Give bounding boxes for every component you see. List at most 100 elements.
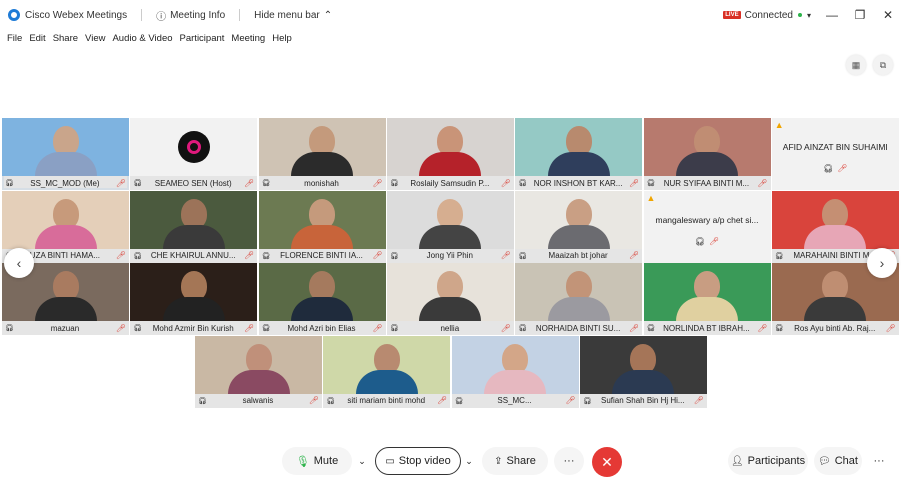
grid-layout-icon[interactable]: ▦ — [846, 55, 866, 75]
previous-page-button[interactable]: ‹ — [4, 248, 34, 278]
menu-view[interactable]: View — [85, 33, 105, 44]
participant-name: Maaizah bt johar — [548, 251, 608, 260]
menu-audio-video[interactable]: Audio & Video — [112, 33, 172, 44]
info-icon: ⓘ — [156, 11, 167, 23]
participant-tile[interactable]: 🎧︎ NUR SYIFAA BINTI M... 🎤︎ — [643, 118, 771, 190]
menu-participant[interactable]: Participant — [180, 33, 225, 44]
audio-icon: 🎧︎ — [518, 180, 528, 187]
participant-tile[interactable]: 🎧︎ Roslaily Samsudin P... 🎤︎ — [386, 118, 514, 190]
participant-label: 🎧︎ mazuan 🎤︎ — [2, 321, 129, 335]
menu-file[interactable]: File — [7, 33, 22, 44]
hide-menu-bar-button[interactable]: Hide menu bar ⌃ — [254, 10, 332, 21]
participant-figure — [547, 271, 610, 321]
mute-label: Mute — [313, 455, 339, 467]
participant-name: CHE KHAIRUL ANNU... — [150, 251, 236, 260]
more-options-button[interactable]: ··· — [554, 447, 584, 475]
audio-icon: 🎧︎ — [582, 397, 592, 405]
participant-tile[interactable]: 🎧︎ NORHAIDA BINTI SU... 🎤︎ — [515, 263, 643, 335]
video-camera-icon: ▭ — [385, 455, 395, 467]
participant-figure — [547, 126, 610, 176]
menu-meeting[interactable]: Meeting — [231, 33, 265, 44]
mic-muted-icon: 🎤︎ — [757, 323, 768, 333]
close-icon: ✕ — [601, 453, 613, 470]
panel-more-button[interactable]: ··· — [866, 447, 892, 475]
participant-figure — [612, 343, 675, 394]
mute-button[interactable]: 🎙︎ Mute — [282, 447, 352, 475]
participant-label: 🎧︎ Mohd Azri bin Elias 🎤︎ — [258, 321, 386, 335]
mic-muted-icon: 🎤︎ — [565, 396, 576, 405]
participant-name: AFID AINZAT BIN SUHAIMI — [782, 142, 888, 152]
chat-label: Chat — [834, 455, 858, 467]
popout-view-icon[interactable]: ⧉ — [873, 55, 893, 75]
participants-button[interactable]: 👤︎ Participants — [728, 447, 808, 475]
minimize-button[interactable]: — — [825, 8, 839, 22]
participant-tile[interactable]: 🎧︎ FLORENCE BINTI IA... 🎤︎ — [258, 190, 386, 263]
participant-tile[interactable]: 🎧︎ SEAMEO SEN (Host) 🎤︎ — [130, 118, 258, 190]
mic-muted-icon: 🎤︎ — [437, 396, 448, 405]
participant-tile[interactable]: 🎧︎ Maaizah bt johar 🎤︎ — [515, 190, 643, 263]
participant-tile[interactable]: ▲ mangaleswary a/p chet si... 🎧︎ 🎤︎ — [643, 190, 771, 263]
stop-video-button[interactable]: ▭ Stop video — [375, 447, 461, 475]
meeting-info-button[interactable]: ⓘ Meeting Info — [156, 8, 225, 23]
participant-name: nellia — [440, 323, 460, 333]
participant-tile[interactable]: 🎧︎ SS_MC_MOD (Me) 🎤︎ — [2, 118, 129, 190]
audio-icon: 🎧︎ — [261, 325, 271, 332]
menu-help[interactable]: Help — [272, 33, 292, 44]
mic-muted-icon: 🎤︎ — [500, 323, 511, 333]
audio-icon: 🎧︎ — [823, 164, 834, 173]
participant-figure — [291, 198, 354, 249]
participant-tile[interactable]: 🎧︎ SS_MC... 🎤︎ — [451, 335, 579, 408]
participant-figure — [676, 126, 738, 176]
participant-name: SS_MC_MOD (Me) — [30, 178, 100, 188]
next-page-button[interactable]: › — [867, 248, 897, 278]
video-options-button[interactable]: ⌄ — [462, 447, 476, 475]
participant-figure — [484, 343, 547, 394]
chat-button[interactable]: 💬︎ Chat — [814, 447, 862, 475]
chat-icon: 💬︎ — [818, 455, 831, 467]
participant-tile[interactable]: 🎧︎ Jong Yii Phin 🎤︎ — [386, 190, 514, 263]
chevron-down-icon: ⌄ — [465, 455, 473, 466]
audio-icon: 🎧︎ — [454, 397, 464, 405]
participant-label: 🎧︎ Jong Yii Phin 🎤︎ — [386, 248, 514, 263]
mic-muted-icon: 🎤︎ — [629, 178, 640, 188]
audio-icon: 🎧︎ — [133, 325, 143, 332]
participant-video — [643, 263, 771, 321]
participant-name: Mohd Azri bin Elias — [287, 323, 356, 333]
share-button[interactable]: ⇪ Share — [482, 447, 548, 475]
participant-video — [258, 263, 386, 321]
participant-figure — [547, 198, 610, 249]
participant-tile[interactable]: 🎧︎ Sufian Shah Bin Hj Hi... 🎤︎ — [579, 335, 707, 408]
participant-figure — [34, 271, 97, 321]
app-title: Cisco Webex Meetings — [25, 9, 128, 21]
participant-tile[interactable]: 🎧︎ NORLINDA BT IBRAH... 🎤︎ — [643, 263, 771, 335]
participant-tile[interactable]: 🎧︎ monishah 🎤︎ — [258, 118, 386, 190]
participant-tile[interactable]: 🎧︎ Mohd Azri bin Elias 🎤︎ — [258, 263, 386, 335]
participant-label: 🎧︎ NUR SYIFAA BINTI M... 🎤︎ — [643, 176, 771, 190]
menu-edit[interactable]: Edit — [29, 33, 45, 44]
participant-video — [386, 190, 514, 249]
close-button[interactable]: ✕ — [881, 8, 895, 22]
menu-share[interactable]: Share — [53, 33, 78, 44]
mic-muted-icon: 🎤︎ — [115, 251, 126, 260]
participant-figure — [34, 126, 97, 176]
participant-video — [2, 190, 129, 249]
participant-tile[interactable]: 🎧︎ NOR INSHON BT KAR... 🎤︎ — [515, 118, 643, 190]
participant-tile[interactable]: 🎧︎ siti mariam binti mohd 🎤︎ — [323, 335, 451, 408]
audio-icon: 🎧︎ — [518, 252, 528, 260]
participant-figure — [804, 271, 867, 321]
participant-name: monishah — [304, 178, 339, 188]
participant-tile[interactable]: ▲ AFID AINZAT BIN SUHAIMI 🎧︎ 🎤︎ — [771, 118, 899, 190]
participant-tile[interactable]: 🎧︎ Mohd Azmir Bin Kurish 🎤︎ — [130, 263, 258, 335]
connection-status[interactable]: LIVE Connected ▾ — [723, 10, 811, 21]
chevron-up-icon: ⌃ — [323, 9, 333, 21]
leave-meeting-button[interactable]: ✕ — [592, 447, 622, 477]
participant-label: 🎧︎ NORHAIDA BINTI SU... 🎤︎ — [515, 321, 643, 335]
mute-options-button[interactable]: ⌄ — [354, 447, 370, 475]
participant-tile[interactable]: 🎧︎ nellia 🎤︎ — [386, 263, 514, 335]
restore-button[interactable]: ❐ — [853, 8, 867, 22]
audio-icon: 🎧︎ — [198, 397, 207, 405]
participant-tile[interactable]: 🎧︎ salwanis 🎤︎ — [195, 335, 322, 408]
participant-tile[interactable]: 🎧︎ CHE KHAIRUL ANNU... 🎤︎ — [130, 190, 258, 263]
mic-muted-icon: 🎤︎ — [244, 251, 255, 260]
participant-video — [195, 335, 322, 394]
